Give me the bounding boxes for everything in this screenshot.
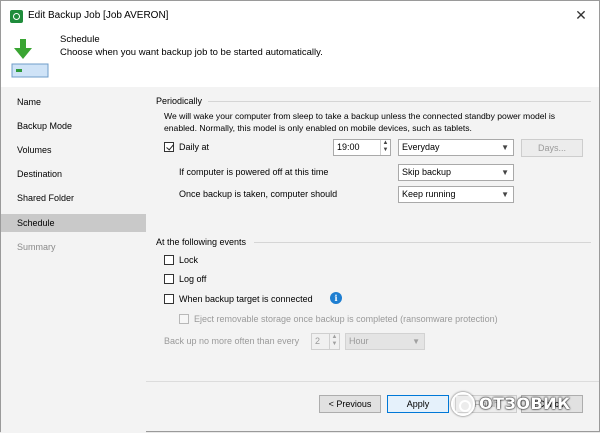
spin-down-icon[interactable]: ▼: [381, 147, 390, 154]
days-button[interactable]: Days...: [521, 139, 583, 157]
no-more-often-label: Back up no more often than every: [164, 336, 300, 346]
interval-unit-value: Hour: [349, 336, 369, 346]
interval-unit-select: Hour ▼: [345, 333, 425, 350]
sidebar-item-volumes[interactable]: Volumes: [1, 141, 146, 159]
after-backup-label: Once backup is taken, computer should: [179, 189, 338, 199]
after-backup-value: Keep running: [402, 189, 456, 199]
target-connected-checkbox[interactable]: [164, 294, 174, 304]
powered-off-value: Skip backup: [402, 167, 452, 177]
spin-down-icon: ▼: [331, 341, 338, 347]
wizard-steps-sidebar: Name Backup Mode Volumes Destination Sha…: [1, 87, 146, 433]
frequency-select[interactable]: Everyday ▼: [398, 139, 514, 156]
time-value: 19:00: [337, 142, 360, 152]
eject-storage-label: Eject removable storage once backup is c…: [194, 314, 498, 324]
target-connected-label: When backup target is connected: [179, 294, 313, 304]
logoff-checkbox[interactable]: [164, 274, 174, 284]
spin-up-icon[interactable]: ▲: [381, 140, 390, 147]
spin-up-icon: ▲: [331, 334, 338, 340]
daily-at-checkbox[interactable]: [164, 142, 174, 152]
otzovik-watermark: ОТЗОВИК: [451, 392, 597, 416]
wizard-header: Schedule Choose when you want backup job…: [1, 31, 599, 87]
sidebar-item-shared-folder[interactable]: Shared Folder: [1, 189, 146, 207]
watermark-text: ОТЗОВИК: [479, 394, 571, 413]
sidebar-item-summary: Summary: [17, 242, 56, 252]
page-title: Schedule: [60, 34, 100, 45]
lock-label: Lock: [179, 255, 199, 265]
previous-button[interactable]: < Previous: [319, 395, 381, 413]
edit-backup-job-window: Edit Backup Job [Job AVERON] ✕ Schedule …: [0, 0, 600, 433]
chevron-down-icon: ▼: [501, 168, 509, 177]
veeam-agent-icon: [10, 10, 23, 23]
after-backup-select[interactable]: Keep running ▼: [398, 186, 514, 203]
otzovik-logo-icon: [451, 392, 475, 416]
periodically-heading: Periodically: [156, 96, 203, 106]
eject-storage-checkbox: [179, 314, 189, 324]
standby-power-note: We will wake your computer from sleep to…: [164, 111, 556, 133]
schedule-settings-panel: Periodically We will wake your computer …: [146, 87, 599, 381]
events-heading: At the following events: [156, 237, 247, 247]
sidebar-item-destination[interactable]: Destination: [1, 165, 146, 183]
apply-button[interactable]: Apply: [387, 395, 449, 413]
chevron-down-icon: ▼: [412, 337, 420, 346]
logoff-label: Log off: [179, 274, 207, 284]
sidebar-item-schedule[interactable]: Schedule: [1, 214, 146, 232]
interval-input: 2 ▲ ▼: [311, 333, 340, 350]
close-window-button[interactable]: ✕: [573, 7, 589, 23]
periodically-divider: [208, 101, 591, 102]
frequency-value: Everyday: [402, 142, 440, 152]
interval-spinner: ▲ ▼: [329, 334, 339, 349]
title-bar: Edit Backup Job [Job AVERON] ✕: [1, 1, 599, 31]
time-input[interactable]: 19:00 ▲ ▼: [333, 139, 391, 156]
download-arrow-drive-icon: [11, 39, 49, 78]
page-description: Choose when you want backup job to be st…: [60, 47, 323, 58]
chevron-down-icon: ▼: [501, 143, 509, 152]
sidebar-item-name[interactable]: Name: [1, 93, 146, 111]
daily-at-label: Daily at: [179, 142, 210, 152]
window-title: Edit Backup Job [Job AVERON]: [28, 10, 169, 21]
lock-checkbox[interactable]: [164, 255, 174, 265]
interval-value: 2: [315, 336, 321, 346]
sidebar-item-backup-mode[interactable]: Backup Mode: [1, 117, 146, 135]
time-spinner[interactable]: ▲ ▼: [380, 140, 390, 155]
info-icon[interactable]: i: [330, 292, 342, 304]
powered-off-label: If computer is powered off at this time: [179, 167, 329, 177]
chevron-down-icon: ▼: [501, 190, 509, 199]
powered-off-select[interactable]: Skip backup ▼: [398, 164, 514, 181]
events-divider: [254, 242, 591, 243]
